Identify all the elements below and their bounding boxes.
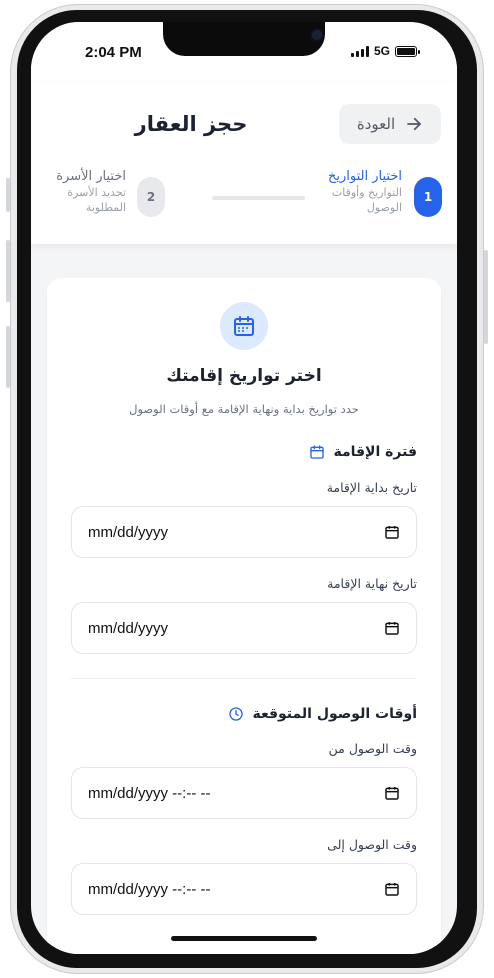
section-divider bbox=[71, 678, 417, 679]
network-type: 5G bbox=[373, 44, 390, 58]
signal-icon bbox=[350, 45, 369, 57]
mute-switch bbox=[6, 178, 10, 212]
volume-up-button bbox=[6, 240, 10, 302]
arrival-to-label: وقت الوصول إلى bbox=[327, 837, 417, 852]
end-date-input[interactable]: mm/dd/yyyy bbox=[71, 602, 417, 654]
arrival-from-label: وقت الوصول من bbox=[328, 741, 417, 756]
stay-section-title: فترة الإقامة bbox=[333, 444, 417, 460]
calendar-picker-icon[interactable] bbox=[384, 524, 400, 540]
calendar-icon bbox=[310, 445, 325, 459]
calendar-icon bbox=[234, 316, 254, 336]
end-date-label: تاريخ نهاية الإقامة bbox=[327, 576, 417, 591]
back-button[interactable]: العودة bbox=[339, 104, 441, 144]
page-title: حجز العقار bbox=[134, 112, 248, 136]
header: العودة حجز العقار 1 اختيار التواريخ التو… bbox=[31, 82, 457, 244]
power-button bbox=[484, 250, 488, 344]
arrival-from-value: mm/dd/yyyy --:-- -- bbox=[88, 784, 211, 802]
card-subtitle: حدد تواريخ بداية ونهاية الإقامة مع أوقات… bbox=[129, 402, 359, 416]
notch bbox=[163, 22, 325, 56]
front-camera bbox=[310, 28, 324, 42]
home-indicator[interactable] bbox=[171, 936, 317, 941]
step-1-indicator[interactable]: 1 bbox=[414, 177, 442, 217]
status-indicators: 5G bbox=[350, 44, 420, 58]
step-2-text: اختيار الأسرة تحديد الأسرة المطلوبة bbox=[46, 169, 126, 215]
calendar-picker-icon[interactable] bbox=[384, 620, 400, 636]
arrow-right-icon bbox=[407, 117, 421, 131]
stay-section-heading: فترة الإقامة bbox=[309, 444, 417, 460]
volume-down-button bbox=[6, 326, 10, 388]
step-connector bbox=[212, 196, 305, 200]
step-2-title: اختيار الأسرة bbox=[56, 169, 126, 184]
back-button-label: العودة bbox=[356, 115, 396, 133]
arrival-to-input[interactable]: mm/dd/yyyy --:-- -- bbox=[71, 863, 417, 915]
card-title: اختر تواريخ إقامتك bbox=[166, 366, 322, 386]
clock-icon bbox=[229, 707, 244, 721]
end-date-value: mm/dd/yyyy bbox=[88, 619, 169, 637]
calendar-picker-icon[interactable] bbox=[384, 785, 400, 801]
arrival-section-title: أوقات الوصول المتوقعة bbox=[252, 706, 417, 722]
arrival-to-value: mm/dd/yyyy --:-- -- bbox=[88, 880, 211, 898]
step-2-subtitle: تحديد الأسرة المطلوبة bbox=[67, 186, 126, 214]
start-date-label: تاريخ بداية الإقامة bbox=[326, 480, 417, 495]
start-date-input[interactable]: mm/dd/yyyy bbox=[71, 506, 417, 558]
stepper: 1 اختيار التواريخ التواريخ وأوقات الوصول… bbox=[31, 169, 457, 232]
step-2-indicator[interactable]: 2 bbox=[137, 177, 165, 217]
dates-card: اختر تواريخ إقامتك حدد تواريخ بداية ونها… bbox=[47, 278, 441, 954]
status-time: 2:04 PM bbox=[85, 44, 142, 61]
step-1-title: اختيار التواريخ bbox=[328, 169, 402, 184]
app-screen: 2:04 PM 5G العودة حجز العقار 1 اختيار ال… bbox=[31, 22, 457, 954]
step-1-subtitle: التواريخ وأوقات الوصول bbox=[331, 186, 402, 214]
step-1-text: اختيار التواريخ التواريخ وأوقات الوصول bbox=[312, 169, 402, 215]
arrival-from-input[interactable]: mm/dd/yyyy --:-- -- bbox=[71, 767, 417, 819]
calendar-hero bbox=[220, 302, 268, 350]
start-date-value: mm/dd/yyyy bbox=[88, 523, 169, 541]
calendar-picker-icon[interactable] bbox=[384, 881, 400, 897]
arrival-section-heading: أوقات الوصول المتوقعة bbox=[228, 706, 417, 722]
battery-icon bbox=[395, 45, 420, 57]
